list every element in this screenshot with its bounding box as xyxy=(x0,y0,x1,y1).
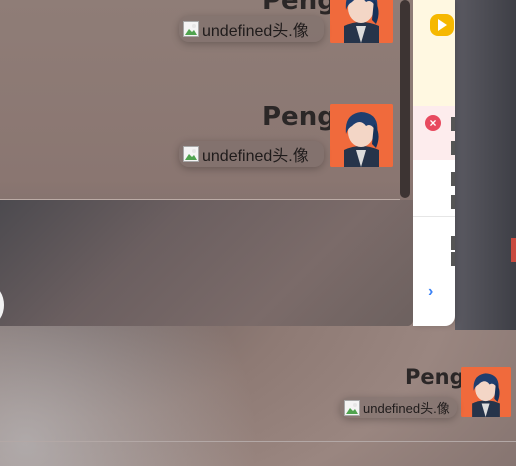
chat-panel: Peng undefined头.像 Peng undefined头.像 xyxy=(0,0,413,326)
image-alt-text: undefined头.像 xyxy=(363,401,450,416)
image-alt-text: undefined头.像 xyxy=(202,23,309,40)
message-bubble[interactable]: undefined头.像 xyxy=(179,141,324,167)
error-icon: × xyxy=(425,115,441,131)
sender-name: Peng xyxy=(262,0,336,16)
chevron-right-icon[interactable]: › xyxy=(428,283,433,301)
sender-name: Peng xyxy=(405,365,465,389)
image-alt-text: undefined头.像 xyxy=(202,148,309,165)
background-window-edge xyxy=(455,0,516,330)
message-bubble[interactable]: undefined头.像 xyxy=(340,397,457,418)
side-divider xyxy=(413,216,455,217)
background-window-accent xyxy=(511,238,516,262)
broken-image-icon xyxy=(183,146,199,162)
avatar[interactable] xyxy=(330,104,393,167)
side-text-fragment xyxy=(451,141,455,155)
lower-divider xyxy=(0,441,516,442)
chat-scrollbar[interactable] xyxy=(400,0,410,198)
side-text-fragment xyxy=(451,172,455,186)
side-text-fragment xyxy=(451,117,455,131)
broken-image-icon xyxy=(344,399,360,416)
side-text-fragment xyxy=(451,236,455,250)
broken-image-icon xyxy=(183,21,199,37)
play-icon[interactable] xyxy=(430,14,454,36)
sender-name: Peng xyxy=(262,102,336,132)
side-text-fragment xyxy=(451,252,455,266)
avatar[interactable] xyxy=(330,0,393,43)
side-text-fragment xyxy=(451,195,455,209)
side-window: × › xyxy=(413,0,455,326)
message-bubble[interactable]: undefined头.像 xyxy=(179,16,324,42)
avatar[interactable] xyxy=(461,367,511,417)
panel-input-area xyxy=(0,200,413,326)
